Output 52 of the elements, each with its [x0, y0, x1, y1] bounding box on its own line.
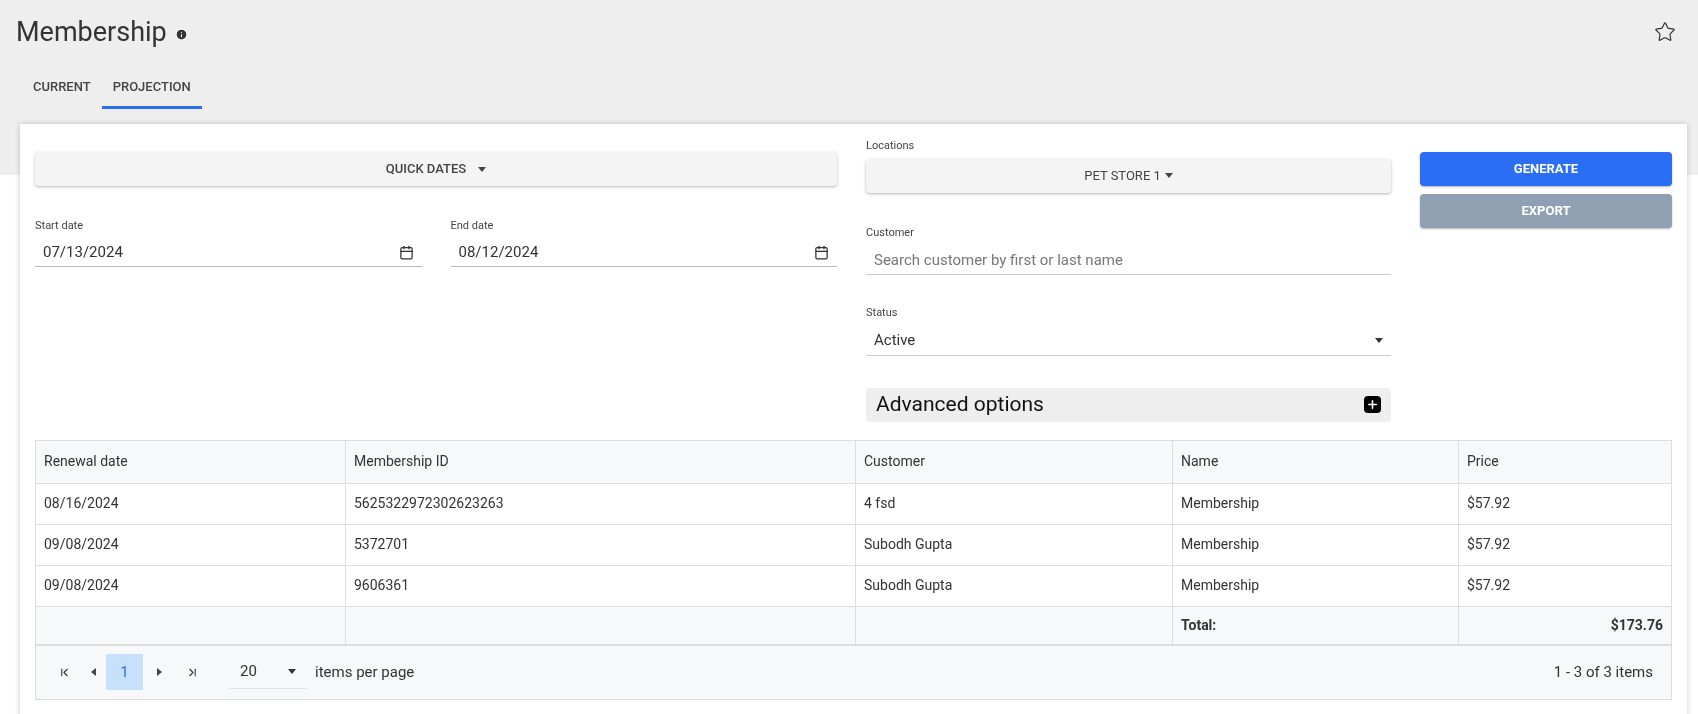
caret-icon	[1375, 337, 1383, 343]
caret-icon	[478, 166, 487, 172]
field-label: End date	[450, 218, 495, 234]
pager-summary: 1 - 3 of 3 items	[1553, 661, 1653, 683]
date-field[interactable]: 07/13/2024	[35, 238, 422, 267]
plus-icon	[1364, 396, 1381, 413]
table-cell-text: $57.92	[1466, 576, 1512, 595]
table-cell: Membership	[1173, 483, 1459, 524]
column-header[interactable]: Price	[1459, 440, 1671, 483]
action-button[interactable]: GENERATE	[1420, 152, 1672, 186]
field-label: Status	[866, 305, 899, 321]
page-size-select[interactable]: 20	[229, 655, 307, 689]
caret-icon	[288, 669, 296, 674]
table-cell-text: $57.92	[1466, 494, 1512, 513]
table-cell: Membership	[1173, 565, 1459, 606]
table-cell: Subodh Gupta	[856, 524, 1173, 565]
date-field[interactable]: 08/12/2024	[450, 238, 837, 267]
previous-page-icon[interactable]	[91, 668, 96, 676]
table-cell: 9606361	[346, 565, 856, 606]
advanced-options-toggle[interactable]: Advanced options	[866, 387, 1391, 422]
table-cell: 09/08/2024	[36, 565, 346, 606]
field-label: Locations	[866, 138, 916, 154]
field-label: Start date	[35, 218, 85, 234]
table-cell: 5625322972302623263	[346, 483, 856, 524]
table-cell: 09/08/2024	[36, 524, 346, 565]
next-page-icon[interactable]	[157, 668, 162, 676]
table-cell: Membership	[1173, 524, 1459, 565]
locations-dropdown[interactable]: PET STORE 1	[866, 158, 1391, 193]
calendar-icon[interactable]	[814, 244, 829, 260]
customer-search-field[interactable]: Search customer by first or last name	[866, 245, 1391, 275]
total-label: Total:	[1181, 615, 1217, 635]
page-size-label: items per page	[315, 661, 415, 683]
total-value: $173.76	[1610, 615, 1663, 635]
table-cell: Subodh Gupta	[856, 565, 1173, 606]
quick-dates-dropdown[interactable]: QUICK DATES	[35, 152, 837, 186]
calendar-icon[interactable]	[398, 244, 414, 260]
column-header[interactable]: Membership ID	[346, 440, 856, 483]
table-cell: 5372701	[346, 524, 856, 565]
column-header[interactable]: Name	[1173, 440, 1459, 483]
tab[interactable]: CURRENT	[22, 75, 102, 109]
table-cell-text: $57.92	[1466, 535, 1512, 554]
status-select[interactable]: Active	[866, 325, 1391, 356]
tab[interactable]: PROJECTION	[101, 75, 202, 109]
favorite-star-icon[interactable]	[1654, 21, 1676, 44]
column-header[interactable]: Customer	[856, 440, 1173, 483]
field-label: Customer	[866, 224, 915, 241]
page-title: Membership	[16, 15, 167, 50]
table-cell: 08/16/2024	[36, 483, 346, 524]
caret-icon	[1164, 173, 1173, 178]
column-header[interactable]: Renewal date	[36, 440, 346, 483]
info-icon[interactable]	[174, 27, 188, 41]
table-cell: 4 fsd	[856, 483, 1173, 524]
